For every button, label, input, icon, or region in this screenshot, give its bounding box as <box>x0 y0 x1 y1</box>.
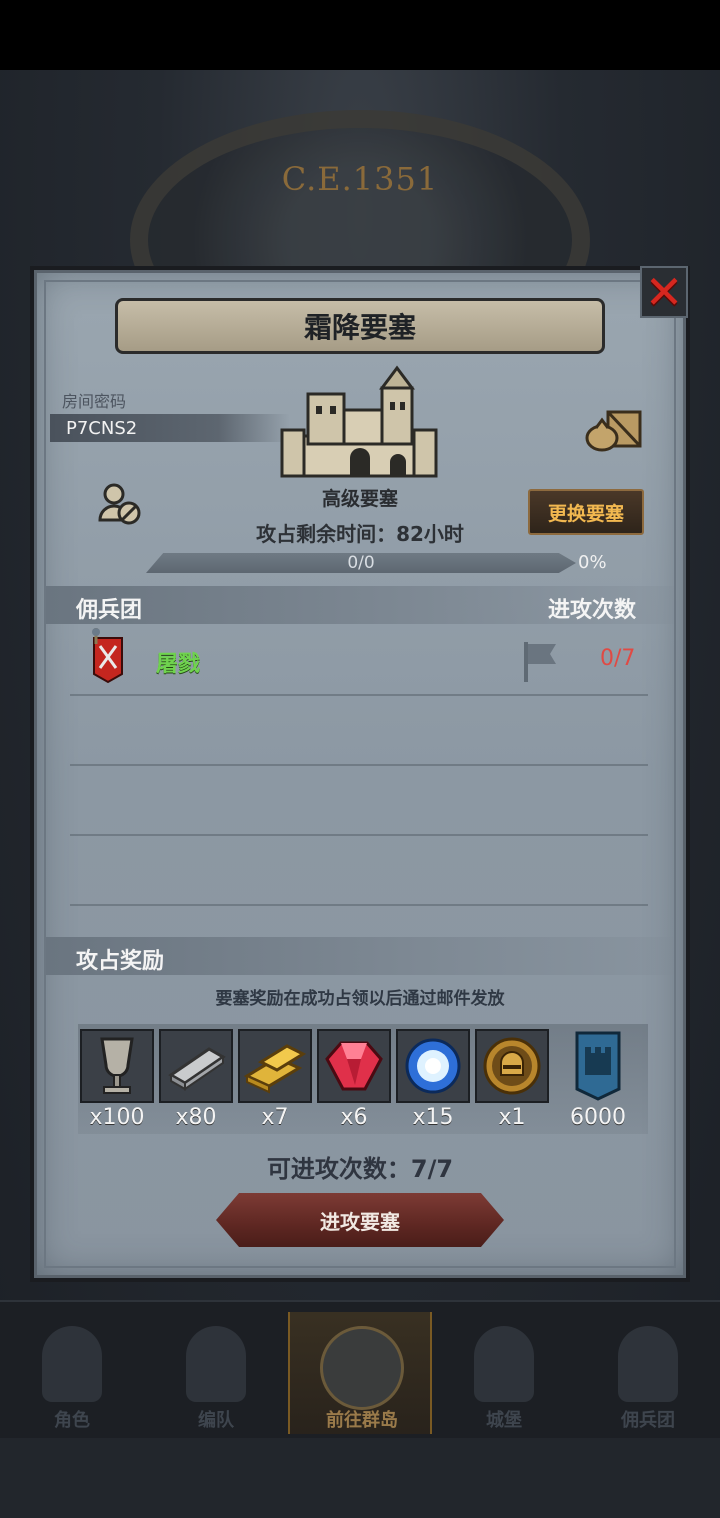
nav-item-formation[interactable]: 编队 <box>144 1312 288 1434</box>
system-nav-bar <box>0 1438 720 1518</box>
reward-notice: 要塞奖励在成功占领以后通过邮件发放 <box>215 989 505 1009</box>
mercenary-attack-count: 0/7 <box>600 646 636 671</box>
reward-qty: x6 <box>340 1105 368 1130</box>
reward-item[interactable]: x100 <box>80 1029 154 1130</box>
mercenary-banner-icon[interactable] <box>86 628 130 684</box>
attack-flag-icon <box>524 642 556 682</box>
nav-label: 前往群岛 <box>326 1410 398 1431</box>
ship-icon <box>618 1326 678 1402</box>
reward-qty: x7 <box>261 1105 289 1130</box>
reward-qty: x15 <box>412 1105 454 1130</box>
row-divider <box>70 764 648 766</box>
capture-progress-percent: 0% <box>578 552 607 573</box>
knight-medal-icon <box>483 1037 541 1095</box>
reward-header: 攻占奖励 <box>76 949 165 974</box>
attack-fortress-label: 进攻要塞 <box>320 1209 400 1234</box>
era-year: C.E.1351 <box>281 160 439 198</box>
attack-fortress-button[interactable]: 进攻要塞 <box>216 1193 504 1247</box>
nav-item-character[interactable]: 角色 <box>0 1312 144 1434</box>
status-bar <box>0 0 720 70</box>
loot-crate-icon[interactable] <box>584 406 644 452</box>
row-divider <box>70 694 648 696</box>
mercenary-header: 佣兵团 <box>76 598 143 623</box>
capture-progress-count: 0/0 <box>347 553 375 573</box>
reward-item[interactable]: x1 <box>475 1029 549 1130</box>
gold-bars-icon <box>243 1044 307 1094</box>
reward-qty: x100 <box>89 1105 145 1130</box>
ruby-icon <box>325 1041 383 1091</box>
knight-icon <box>42 1326 102 1402</box>
room-password-label: 房间密码 <box>62 392 127 411</box>
room-code[interactable]: P7CNS2 <box>66 418 137 439</box>
crystal-orb-icon <box>405 1038 461 1094</box>
row-divider <box>70 904 648 906</box>
dialog-title: 霜降要塞 <box>303 311 416 344</box>
reward-qty: 6000 <box>570 1105 626 1130</box>
nav-item-castle[interactable]: 城堡 <box>432 1312 576 1434</box>
dialog-title-plate: 霜降要塞 <box>115 298 605 354</box>
globe-icon <box>320 1326 404 1410</box>
reward-qty: x1 <box>498 1105 526 1130</box>
nav-label: 角色 <box>54 1410 90 1431</box>
reward-item[interactable]: 6000 <box>561 1029 635 1130</box>
nav-label: 佣兵团 <box>621 1410 675 1431</box>
mercenary-name[interactable]: 屠戮 <box>156 646 200 678</box>
attack-count-header: 进攻次数 <box>548 598 637 623</box>
fortress-castle-icon <box>280 365 438 478</box>
nav-item-mercenary[interactable]: 佣兵团 <box>576 1312 720 1434</box>
reward-item[interactable]: x7 <box>238 1029 312 1130</box>
fortress-banner-icon <box>575 1031 621 1101</box>
row-divider <box>70 834 648 836</box>
close-x-icon: ✕ <box>644 265 684 319</box>
castle-icon <box>474 1326 534 1402</box>
close-button[interactable]: ✕ <box>640 266 688 318</box>
reward-item[interactable]: x80 <box>159 1029 233 1130</box>
reward-item[interactable]: x6 <box>317 1029 391 1130</box>
nav-label: 编队 <box>198 1410 234 1431</box>
nav-item-islands[interactable]: 前往群岛 <box>288 1312 432 1434</box>
helmet-icon <box>186 1326 246 1402</box>
goblet-icon <box>100 1037 134 1094</box>
reward-item[interactable]: x15 <box>396 1029 470 1130</box>
reward-qty: x80 <box>175 1105 217 1130</box>
time-remaining: 攻占剩余时间：82小时 <box>256 522 464 546</box>
attacks-available: 可进攻次数：7/7 <box>266 1155 454 1183</box>
iron-ingot-icon <box>168 1047 226 1091</box>
nav-label: 城堡 <box>486 1410 522 1431</box>
